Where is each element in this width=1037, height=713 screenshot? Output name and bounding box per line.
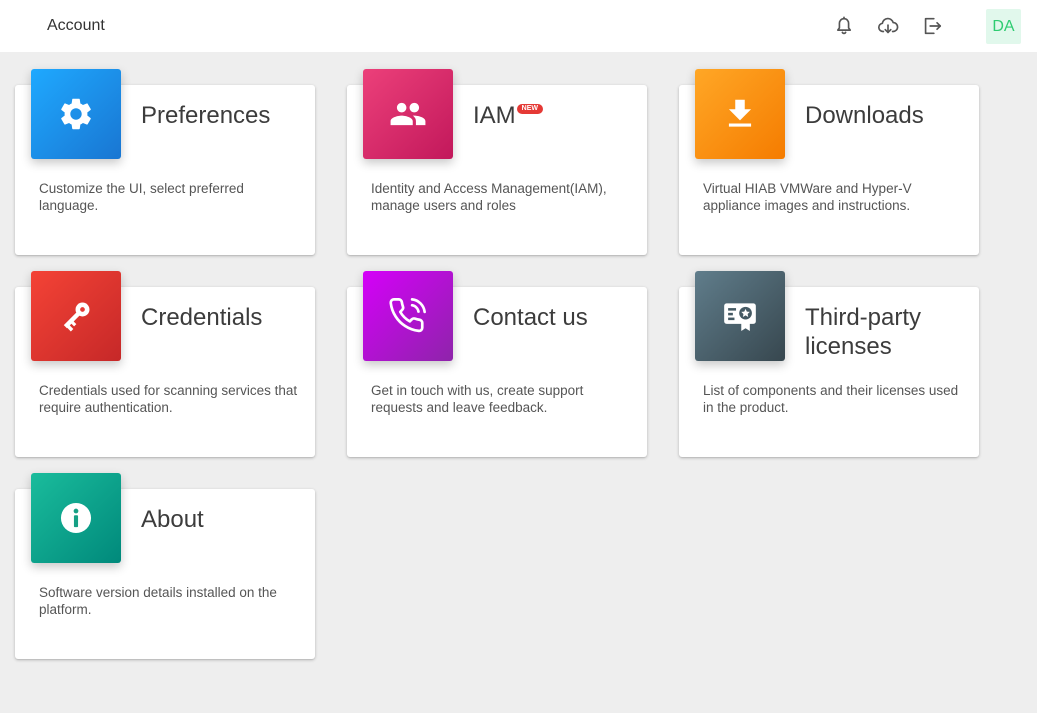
contact-tile [363,271,453,361]
bell-icon[interactable] [833,15,855,37]
phone-icon [389,297,427,335]
card-about[interactable]: About Software version details installed… [15,473,315,659]
card-description: Credentials used for scanning services t… [39,383,298,415]
users-icon [389,95,427,133]
certificate-icon [721,297,759,335]
card-title: Contact us [473,304,588,331]
gear-icon [57,95,95,133]
card-title: Credentials [141,304,263,331]
card-title-row: IAM NEW [473,101,638,130]
logout-icon[interactable] [921,15,943,37]
page-title: Account [47,17,105,34]
card-description: List of components and their licenses us… [703,383,959,415]
credentials-tile [31,271,121,361]
card-downloads[interactable]: Downloads Virtual HIAB VMWare and Hyper-… [679,69,979,255]
card-description: Customize the UI, select preferred langu… [39,181,244,213]
info-icon [57,499,95,537]
card-third-party-licenses[interactable]: Third-party licenses List of components … [679,271,979,457]
preferences-tile [31,69,121,159]
licenses-tile [695,271,785,361]
card-description: Get in touch with us, create support req… [371,383,584,415]
card-description: Virtual HIAB VMWare and Hyper-V applianc… [703,181,912,213]
card-contact-us[interactable]: Contact us Get in touch with us, create … [347,271,647,457]
card-iam[interactable]: IAM NEW Identity and Access Management(IA… [347,69,647,255]
card-title: Downloads [805,102,924,129]
card-description: Software version details installed on th… [39,585,277,617]
download-icon [721,95,759,133]
top-bar: Account DA [0,0,1037,52]
iam-tile [363,69,453,159]
card-title: IAM [473,102,516,129]
card-description: Identity and Access Management(IAM), man… [371,181,607,213]
key-icon [57,297,95,335]
downloads-tile [695,69,785,159]
about-tile [31,473,121,563]
new-badge: NEW [516,104,544,114]
avatar[interactable]: DA [986,9,1021,44]
card-title: Preferences [141,102,271,129]
card-credentials[interactable]: Credentials Credentials used for scannin… [15,271,315,457]
cloud-download-icon[interactable] [877,15,899,37]
card-title: About [141,506,204,533]
card-preferences[interactable]: Preferences Customize the UI, select pre… [15,69,315,255]
card-title: Third-party licenses [805,304,922,360]
